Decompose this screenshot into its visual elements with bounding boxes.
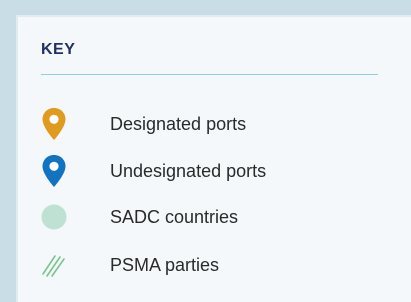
legend-item-psma-parties: PSMA parties	[18, 245, 411, 285]
key-panel: KEY Designated ports Undesignated ports	[16, 15, 411, 302]
legend-item-undesignated-ports: Undesignated ports	[18, 151, 411, 191]
circle-icon	[38, 197, 70, 237]
legend-item-sadc-countries: SADC countries	[18, 197, 411, 237]
legend-label: PSMA parties	[110, 255, 220, 275]
hatch-lines-icon	[38, 245, 70, 285]
legend-label: SADC countries	[110, 207, 239, 227]
legend-label: Designated ports	[110, 114, 247, 134]
legend-label: Undesignated ports	[110, 161, 267, 181]
divider	[41, 74, 378, 75]
legend-item-designated-ports: Designated ports	[18, 104, 411, 144]
map-pin-icon	[38, 104, 70, 144]
key-title: KEY	[41, 41, 76, 58]
legend-frame: KEY Designated ports Undesignated ports	[0, 0, 411, 302]
map-pin-icon	[38, 151, 70, 191]
